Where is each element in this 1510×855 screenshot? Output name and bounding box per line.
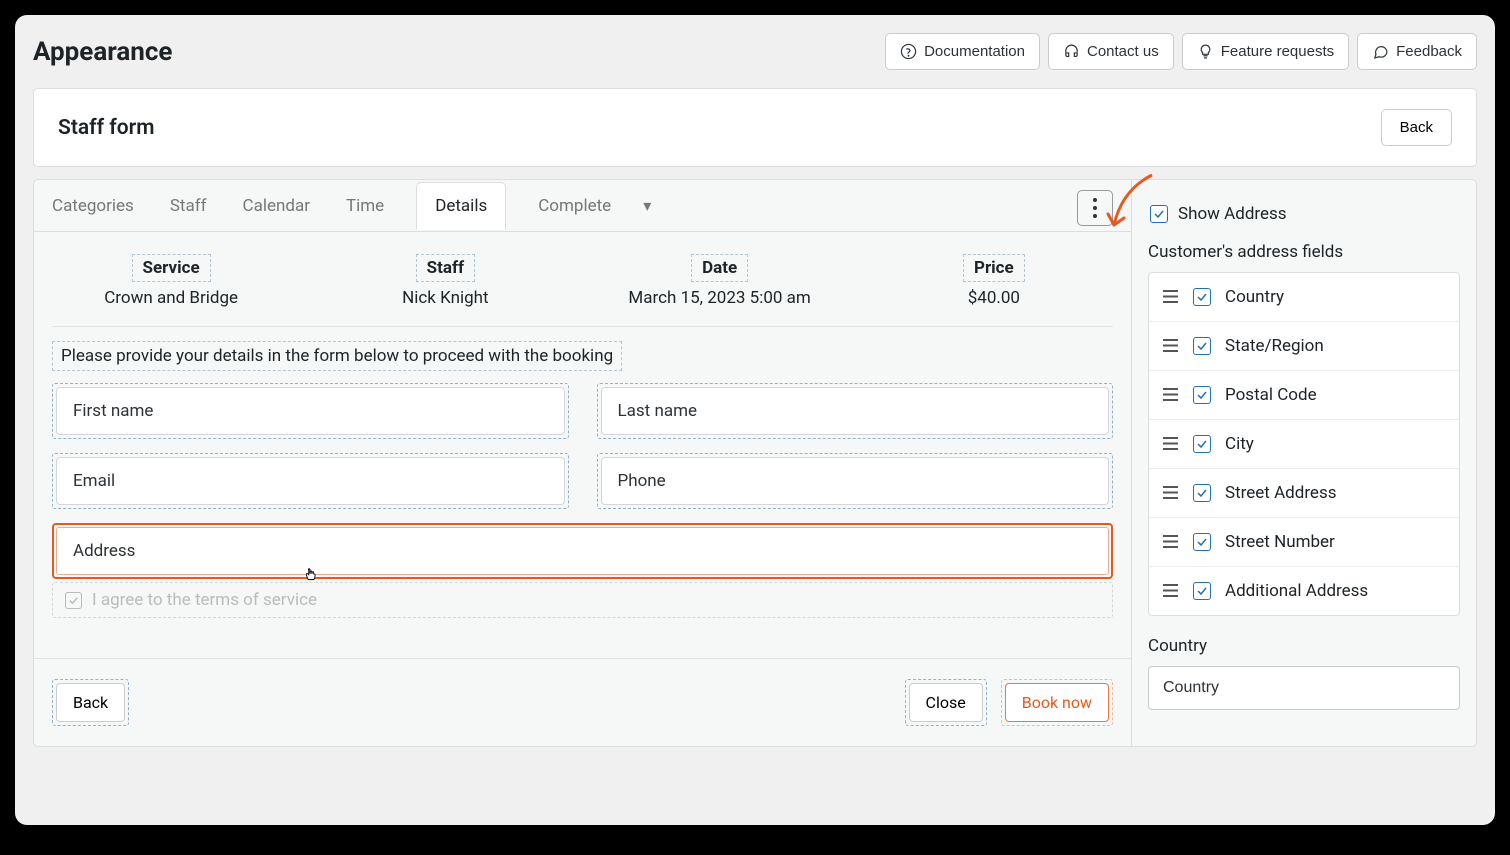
last-name-label: Last name	[601, 387, 1110, 435]
field-item-postal[interactable]: Postal Code	[1149, 371, 1459, 420]
feedback-label: Feedback	[1396, 43, 1462, 60]
drag-handle-icon[interactable]	[1163, 288, 1179, 307]
side-panel: Show Address Customer's address fields C…	[1132, 179, 1477, 747]
phone-label: Phone	[601, 457, 1110, 505]
page-title: Appearance	[33, 37, 172, 67]
tab-details[interactable]: Details	[416, 182, 506, 230]
main-panel: Categories Staff Calendar Time Details C…	[33, 179, 1132, 747]
tab-categories[interactable]: Categories	[48, 182, 138, 230]
address-fields-list: Country State/Region Postal Code City	[1148, 272, 1460, 616]
price-label[interactable]: Price	[963, 254, 1025, 282]
field-label: Country	[1225, 287, 1284, 307]
chat-icon	[1372, 43, 1389, 60]
field-checkbox[interactable]	[1193, 582, 1211, 600]
date-value: March 15, 2023 5:00 am	[583, 288, 857, 308]
phone-field[interactable]: Phone	[597, 453, 1114, 509]
contact-button[interactable]: Contact us	[1048, 33, 1174, 70]
tab-complete[interactable]: Complete	[534, 182, 615, 230]
staff-form-title: Staff form	[58, 116, 154, 140]
field-label: Additional Address	[1225, 581, 1368, 601]
field-label: Street Number	[1225, 532, 1335, 552]
kebab-menu[interactable]	[1077, 190, 1113, 226]
instruction-text[interactable]: Please provide your details in the form …	[52, 341, 622, 371]
price-value: $40.00	[857, 288, 1131, 308]
back-button[interactable]: Back	[1381, 109, 1452, 146]
headset-icon	[1063, 43, 1080, 60]
drag-handle-icon[interactable]	[1163, 435, 1179, 454]
drag-handle-icon[interactable]	[1163, 337, 1179, 356]
first-name-field[interactable]: First name	[52, 383, 569, 439]
show-address-checkbox[interactable]	[1150, 205, 1168, 223]
tab-calendar[interactable]: Calendar	[239, 182, 314, 230]
field-item-additional[interactable]: Additional Address	[1149, 567, 1459, 615]
country-input[interactable]	[1148, 666, 1460, 710]
field-label: Street Address	[1225, 483, 1337, 503]
documentation-button[interactable]: Documentation	[885, 33, 1040, 70]
terms-row[interactable]: I agree to the terms of service	[52, 582, 1113, 618]
dots-vertical-icon	[1093, 198, 1097, 218]
field-label: City	[1225, 434, 1254, 454]
field-item-city[interactable]: City	[1149, 420, 1459, 469]
address-field[interactable]: Address	[52, 523, 1113, 579]
cursor-icon	[302, 565, 320, 583]
form-back-button[interactable]: Back	[56, 683, 125, 722]
first-name-label: First name	[56, 387, 565, 435]
field-checkbox[interactable]	[1193, 435, 1211, 453]
contact-label: Contact us	[1087, 43, 1159, 60]
field-label: Postal Code	[1225, 385, 1317, 405]
staff-label[interactable]: Staff	[416, 254, 476, 282]
help-icon	[900, 43, 917, 60]
field-checkbox[interactable]	[1193, 386, 1211, 404]
service-value: Crown and Bridge	[34, 288, 308, 308]
terms-text: I agree to the terms of service	[92, 590, 317, 610]
field-item-country[interactable]: Country	[1149, 273, 1459, 322]
feedback-button[interactable]: Feedback	[1357, 33, 1477, 70]
service-label[interactable]: Service	[132, 254, 211, 282]
field-checkbox[interactable]	[1193, 337, 1211, 355]
address-fields-title: Customer's address fields	[1148, 242, 1460, 262]
field-item-street-address[interactable]: Street Address	[1149, 469, 1459, 518]
field-checkbox[interactable]	[1193, 484, 1211, 502]
staff-value: Nick Knight	[308, 288, 582, 308]
last-name-field[interactable]: Last name	[597, 383, 1114, 439]
email-label: Email	[56, 457, 565, 505]
feature-label: Feature requests	[1221, 43, 1334, 60]
drag-handle-icon[interactable]	[1163, 533, 1179, 552]
address-label: Address	[56, 527, 1109, 575]
feature-button[interactable]: Feature requests	[1182, 33, 1349, 70]
drag-handle-icon[interactable]	[1163, 582, 1179, 601]
documentation-label: Documentation	[924, 43, 1025, 60]
bulb-icon	[1197, 43, 1214, 60]
drag-handle-icon[interactable]	[1163, 484, 1179, 503]
field-item-state[interactable]: State/Region	[1149, 322, 1459, 371]
date-label[interactable]: Date	[691, 254, 748, 282]
close-button[interactable]: Close	[909, 683, 983, 722]
book-now-button[interactable]: Book now	[1005, 683, 1109, 722]
tab-staff[interactable]: Staff	[166, 182, 211, 230]
field-label: State/Region	[1225, 336, 1324, 356]
tab-time[interactable]: Time	[342, 182, 388, 230]
country-section-label: Country	[1148, 636, 1460, 656]
field-checkbox[interactable]	[1193, 288, 1211, 306]
terms-checkbox[interactable]	[65, 592, 82, 609]
drag-handle-icon[interactable]	[1163, 386, 1179, 405]
tab-more-caret[interactable]: ▾	[643, 196, 651, 215]
show-address-label: Show Address	[1178, 204, 1287, 224]
field-checkbox[interactable]	[1193, 533, 1211, 551]
field-item-street-number[interactable]: Street Number	[1149, 518, 1459, 567]
email-field[interactable]: Email	[52, 453, 569, 509]
